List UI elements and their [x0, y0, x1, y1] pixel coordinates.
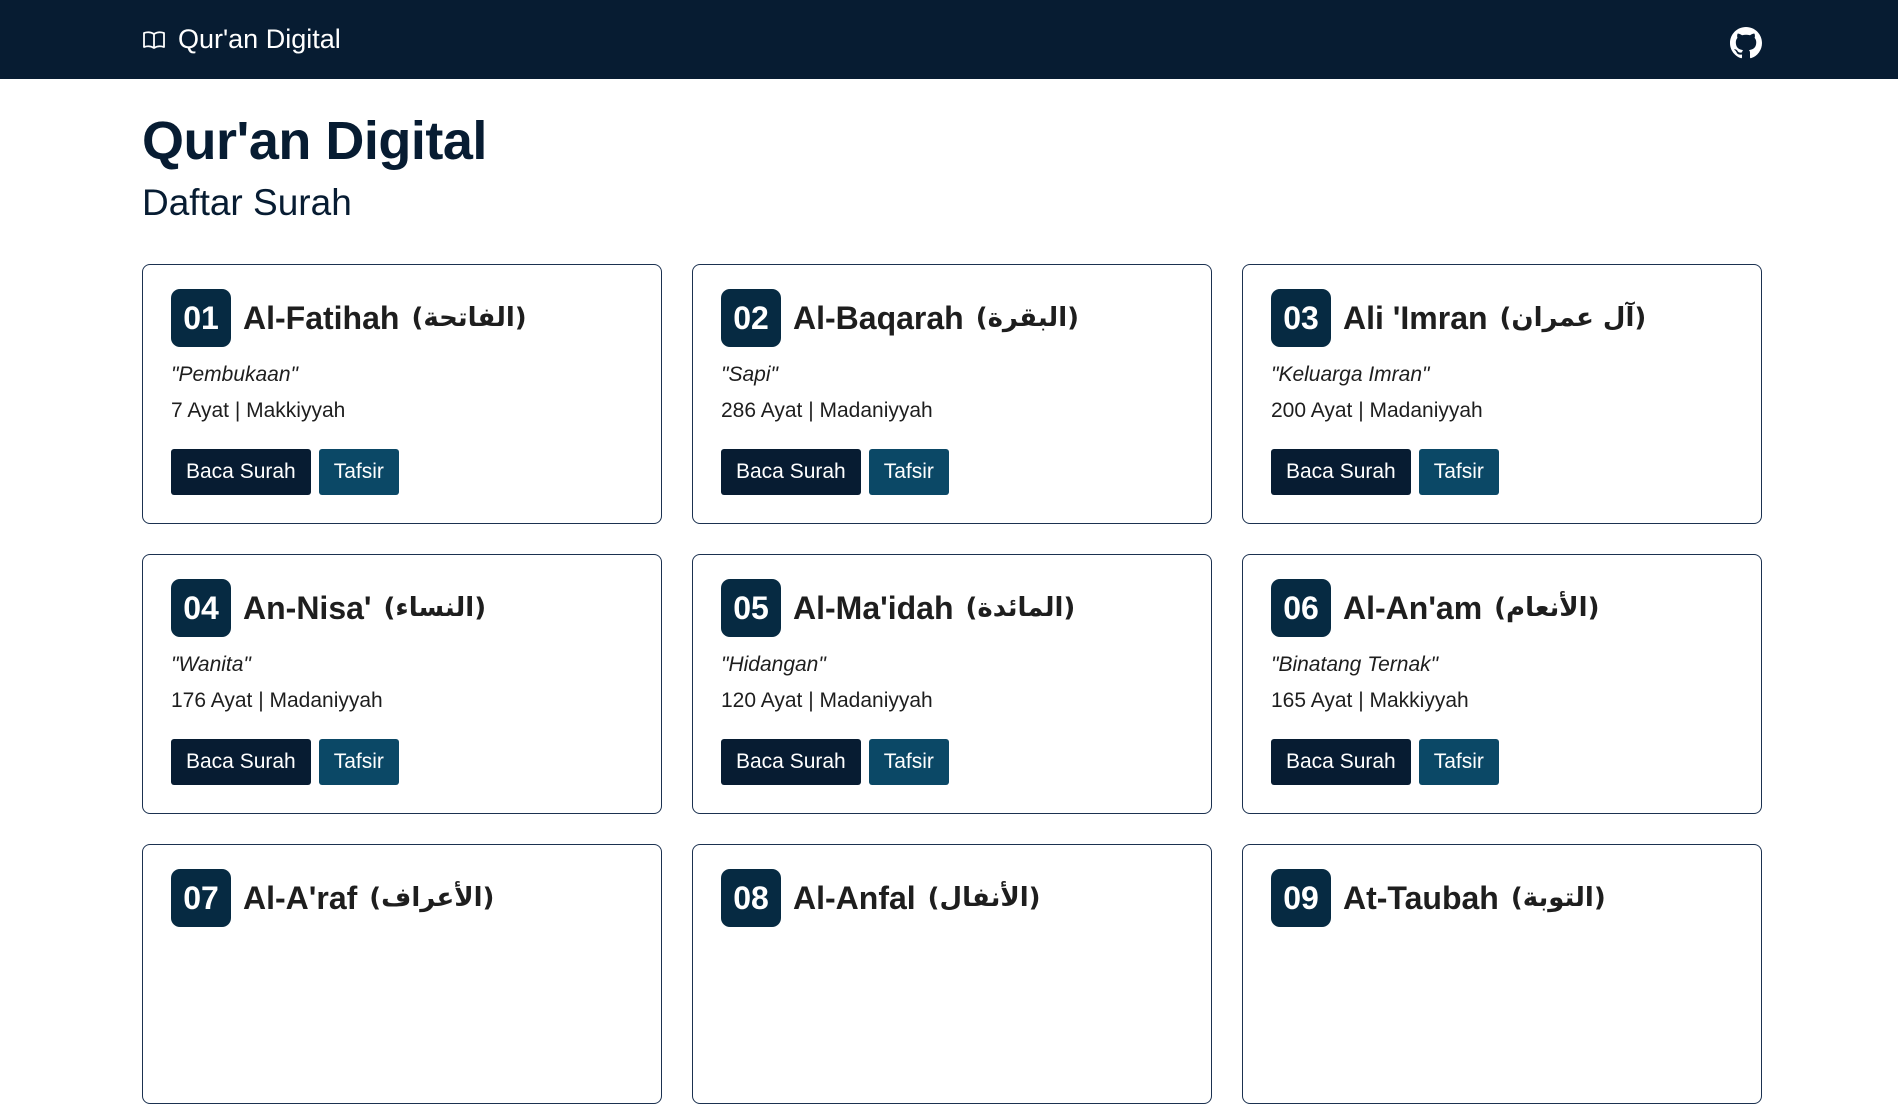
surah-number-badge: 04 — [171, 579, 231, 637]
read-surah-button[interactable]: Baca Surah — [171, 739, 311, 785]
page-subtitle: Daftar Surah — [142, 182, 352, 223]
brand-link[interactable]: Qur'an Digital — [142, 24, 341, 55]
surah-info: 176 Ayat | Madaniyyah — [171, 689, 383, 712]
surah-name: Al-A'raf — [243, 879, 358, 916]
surah-meaning: "Wanita" — [171, 653, 251, 676]
surah-card-header: 09 At-Taubah (التوبة) — [1271, 869, 1606, 927]
tafsir-button[interactable]: Tafsir — [868, 449, 949, 495]
surah-actions: Baca Surah Tafsir — [721, 449, 949, 495]
surah-card: 01 Al-Fatihah (الفاتحة) "Pembukaan" 7 Ay… — [142, 264, 662, 524]
surah-meaning: "Pembukaan" — [171, 363, 298, 386]
surah-actions: Baca Surah Tafsir — [1271, 739, 1499, 785]
surah-number-badge: 07 — [171, 869, 231, 927]
page-title: Qur'an Digital — [142, 111, 487, 171]
surah-info: 165 Ayat | Makkiyyah — [1271, 689, 1469, 712]
surah-info: 286 Ayat | Madaniyyah — [721, 399, 933, 422]
tafsir-button[interactable]: Tafsir — [318, 739, 399, 785]
surah-card: 07 Al-A'raf (الأعراف) — [142, 844, 662, 1104]
surah-meaning: "Hidangan" — [721, 653, 826, 676]
read-surah-button[interactable]: Baca Surah — [721, 449, 861, 495]
tafsir-button[interactable]: Tafsir — [1418, 449, 1499, 495]
surah-arabic-name: (الأنعام) — [1494, 593, 1600, 623]
tafsir-button[interactable]: Tafsir — [318, 449, 399, 495]
surah-name: An-Nisa' — [243, 589, 372, 626]
surah-actions: Baca Surah Tafsir — [171, 449, 399, 495]
surah-name: Al-An'am — [1343, 589, 1483, 626]
surah-arabic-name: (المائدة) — [965, 593, 1076, 623]
surah-card: 08 Al-Anfal (الأنفال) — [692, 844, 1212, 1104]
read-surah-button[interactable]: Baca Surah — [1271, 449, 1411, 495]
surah-grid: 01 Al-Fatihah (الفاتحة) "Pembukaan" 7 Ay… — [142, 264, 1762, 1104]
tafsir-button[interactable]: Tafsir — [868, 739, 949, 785]
surah-card-header: 06 Al-An'am (الأنعام) — [1271, 579, 1599, 637]
surah-card-header: 04 An-Nisa' (النساء) — [171, 579, 486, 637]
surah-card-header: 03 Ali 'Imran (آل عمران) — [1271, 289, 1646, 347]
surah-meaning: "Sapi" — [721, 363, 778, 386]
surah-card: 05 Al-Ma'idah (المائدة) "Hidangan" 120 A… — [692, 554, 1212, 814]
surah-name: Ali 'Imran — [1343, 299, 1488, 336]
surah-card: 02 Al-Baqarah (البقرة) "Sapi" 286 Ayat |… — [692, 264, 1212, 524]
surah-arabic-name: (الأنفال) — [927, 883, 1041, 913]
surah-name: Al-Ma'idah — [793, 589, 954, 626]
tafsir-button[interactable]: Tafsir — [1418, 739, 1499, 785]
surah-arabic-name: (البقرة) — [975, 303, 1079, 333]
surah-card-header: 02 Al-Baqarah (البقرة) — [721, 289, 1079, 347]
open-book-icon — [142, 30, 166, 50]
surah-name: At-Taubah — [1343, 879, 1499, 916]
surah-actions: Baca Surah Tafsir — [171, 739, 399, 785]
brand-title: Qur'an Digital — [178, 24, 341, 54]
surah-meaning: "Keluarga Imran" — [1271, 363, 1430, 386]
surah-actions: Baca Surah Tafsir — [721, 739, 949, 785]
surah-name: Al-Anfal — [793, 879, 916, 916]
surah-card: 09 At-Taubah (التوبة) — [1242, 844, 1762, 1104]
surah-info: 120 Ayat | Madaniyyah — [721, 689, 933, 712]
surah-card-header: 01 Al-Fatihah (الفاتحة) — [171, 289, 527, 347]
surah-arabic-name: (آل عمران) — [1499, 303, 1647, 333]
surah-number-badge: 05 — [721, 579, 781, 637]
surah-number-badge: 03 — [1271, 289, 1331, 347]
surah-number-badge: 09 — [1271, 869, 1331, 927]
read-surah-button[interactable]: Baca Surah — [721, 739, 861, 785]
surah-meaning: "Binatang Ternak" — [1271, 653, 1439, 676]
surah-name: Al-Fatihah — [243, 299, 400, 336]
surah-card: 03 Ali 'Imran (آل عمران) "Keluarga Imran… — [1242, 264, 1762, 524]
surah-arabic-name: (الأعراف) — [369, 883, 495, 913]
surah-name: Al-Baqarah — [793, 299, 964, 336]
surah-arabic-name: (الفاتحة) — [411, 303, 527, 333]
read-surah-button[interactable]: Baca Surah — [171, 449, 311, 495]
surah-card: 04 An-Nisa' (النساء) "Wanita" 176 Ayat |… — [142, 554, 662, 814]
surah-number-badge: 02 — [721, 289, 781, 347]
github-icon[interactable] — [1730, 27, 1762, 59]
surah-info: 200 Ayat | Madaniyyah — [1271, 399, 1483, 422]
surah-actions: Baca Surah Tafsir — [1271, 449, 1499, 495]
surah-card-header: 07 Al-A'raf (الأعراف) — [171, 869, 494, 927]
surah-card-header: 08 Al-Anfal (الأنفال) — [721, 869, 1041, 927]
navbar: Qur'an Digital — [0, 0, 1898, 79]
surah-info: 7 Ayat | Makkiyyah — [171, 399, 346, 422]
surah-card: 06 Al-An'am (الأنعام) "Binatang Ternak" … — [1242, 554, 1762, 814]
surah-number-badge: 06 — [1271, 579, 1331, 637]
surah-arabic-name: (التوبة) — [1510, 883, 1606, 913]
surah-number-badge: 08 — [721, 869, 781, 927]
read-surah-button[interactable]: Baca Surah — [1271, 739, 1411, 785]
surah-card-header: 05 Al-Ma'idah (المائدة) — [721, 579, 1075, 637]
surah-number-badge: 01 — [171, 289, 231, 347]
surah-arabic-name: (النساء) — [383, 593, 487, 623]
